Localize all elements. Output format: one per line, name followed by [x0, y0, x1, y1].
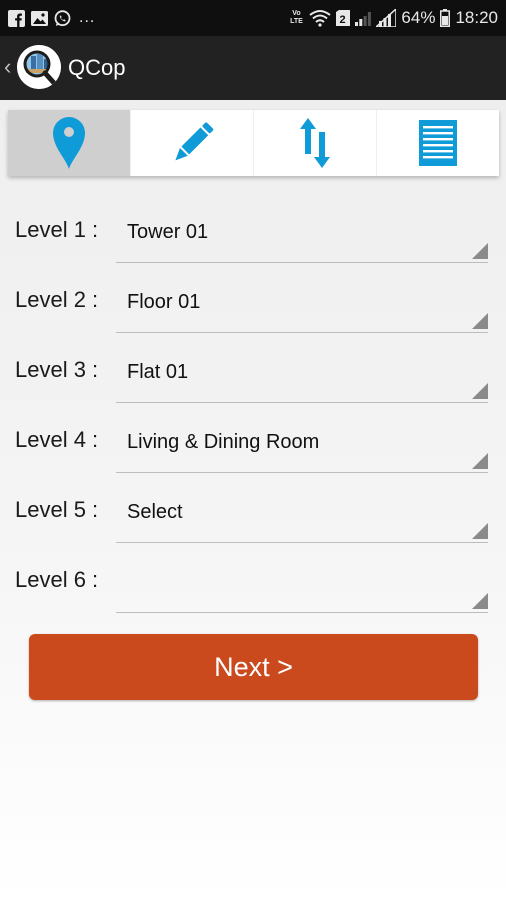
sort-arrows-icon — [300, 118, 330, 168]
level-2-row: Level 2 : Floor 01 — [0, 270, 506, 333]
location-pin-icon — [53, 117, 85, 169]
level-3-value: Flat 01 — [127, 361, 189, 383]
dropdown-arrow-icon — [472, 453, 488, 469]
app-logo[interactable] — [17, 45, 61, 89]
tab-edit[interactable] — [131, 110, 254, 176]
level-3-dropdown[interactable]: Flat 01 — [116, 340, 488, 403]
back-icon[interactable]: ‹ — [4, 55, 11, 79]
level-3-label: Level 3 : — [15, 357, 99, 382]
app-title: QCop — [68, 55, 126, 80]
list-icon — [419, 120, 457, 166]
level-4-label: Level 4 : — [15, 427, 99, 452]
app-logo-image — [17, 45, 61, 89]
whatsapp-icon — [54, 9, 71, 26]
next-button-label: Next > — [214, 651, 293, 682]
level-1-dropdown[interactable]: Tower 01 — [116, 200, 488, 263]
level-1-label: Level 1 : — [15, 217, 99, 242]
level-2-value: Floor 01 — [127, 291, 201, 313]
level-2-dropdown[interactable]: Floor 01 — [116, 270, 488, 333]
sim-2-icon: 2 — [336, 10, 351, 26]
level-5-label: Level 5 : — [15, 497, 99, 522]
volte-indicator: Vo LTE — [290, 10, 303, 25]
tab-bar — [8, 110, 499, 176]
status-bar: ... Vo LTE 2 64% 18:20 — [0, 0, 506, 36]
facebook-icon — [8, 9, 25, 27]
battery-percent: 64% — [401, 8, 436, 27]
dropdown-arrow-icon — [472, 243, 488, 259]
level-2-label: Level 2 : — [15, 287, 99, 312]
wifi-icon — [309, 10, 332, 27]
more-notifications-indicator: ... — [79, 9, 96, 26]
signal-weak-icon — [355, 12, 372, 26]
next-button[interactable]: Next > — [29, 634, 478, 700]
level-5-value: Select — [127, 501, 183, 523]
level-5-row: Level 5 : Select — [0, 480, 506, 543]
level-4-row: Level 4 : Living & Dining Room — [0, 410, 506, 473]
dropdown-arrow-icon — [472, 593, 488, 609]
level-5-dropdown[interactable]: Select — [116, 480, 488, 543]
tab-sort[interactable] — [254, 110, 377, 176]
tab-list[interactable] — [377, 110, 499, 176]
battery-icon — [440, 9, 451, 27]
tab-location[interactable] — [8, 110, 131, 176]
level-4-dropdown[interactable]: Living & Dining Room — [116, 410, 488, 473]
level-4-value: Living & Dining Room — [127, 431, 320, 453]
dropdown-arrow-icon — [472, 313, 488, 329]
level-1-row: Level 1 : Tower 01 — [0, 200, 506, 263]
level-3-row: Level 3 : Flat 01 — [0, 340, 506, 403]
level-6-dropdown[interactable] — [116, 550, 488, 613]
pencil-icon — [175, 122, 214, 161]
dropdown-arrow-icon — [472, 383, 488, 399]
clock: 18:20 — [455, 8, 498, 27]
app-bar: ‹ QCop — [0, 36, 506, 100]
dropdown-arrow-icon — [472, 523, 488, 539]
signal-icon — [376, 9, 397, 27]
svg-text:2: 2 — [340, 14, 346, 26]
gallery-icon — [31, 10, 48, 26]
level-6-row: Level 6 : — [0, 550, 506, 613]
level-6-label: Level 6 : — [15, 567, 99, 592]
level-1-value: Tower 01 — [127, 221, 209, 243]
